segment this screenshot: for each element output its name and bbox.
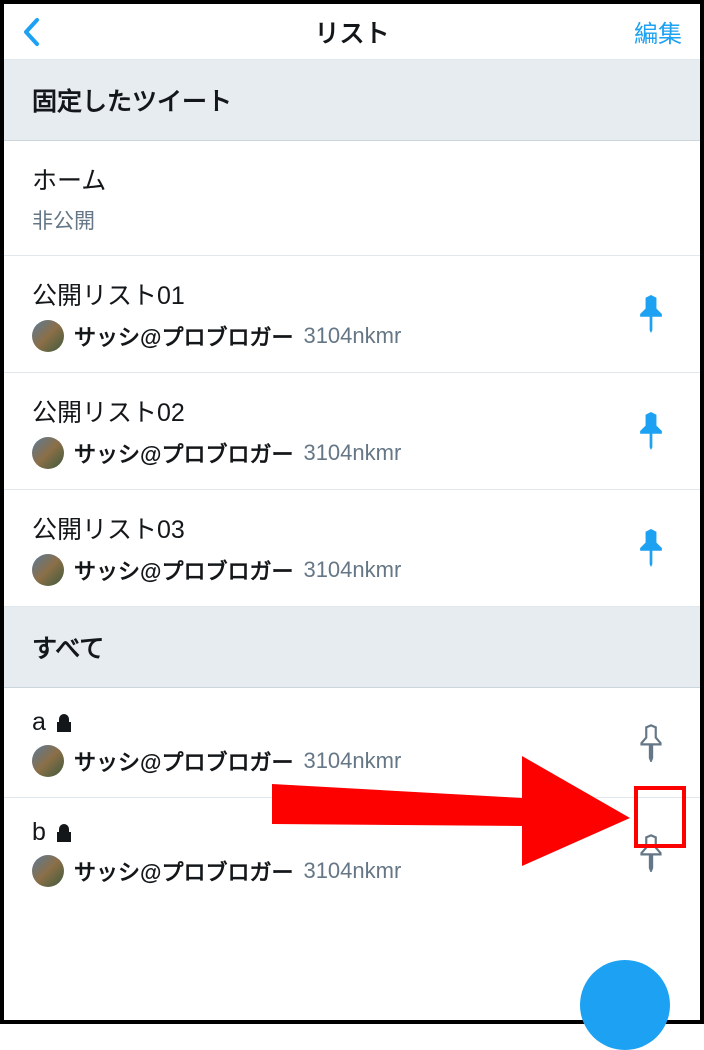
- lock-icon: [54, 823, 74, 843]
- page-title: リスト: [314, 14, 389, 50]
- author-name: サッシ@プロブロガー: [74, 437, 293, 469]
- author-handle: 3104nkmr: [303, 323, 401, 349]
- list-item[interactable]: 公開リスト03 サッシ@プロブロガー 3104nkmr: [4, 490, 700, 607]
- list-item-home[interactable]: ホーム 非公開: [4, 141, 700, 256]
- pin-icon: [634, 412, 668, 450]
- pin-button[interactable]: [634, 295, 668, 333]
- pin-button[interactable]: [634, 412, 668, 450]
- author-handle: 3104nkmr: [303, 748, 401, 774]
- avatar: [32, 554, 64, 586]
- author-name: サッシ@プロブロガー: [74, 554, 293, 586]
- lock-icon: [54, 713, 74, 733]
- list-title: 公開リスト01: [32, 276, 634, 312]
- author-name: サッシ@プロブロガー: [74, 855, 293, 887]
- edit-button[interactable]: 編集: [622, 14, 682, 49]
- pin-button[interactable]: [634, 834, 668, 872]
- compose-fab[interactable]: [580, 960, 670, 1050]
- pin-outline-icon: [634, 724, 668, 762]
- pin-button[interactable]: [634, 529, 668, 567]
- author-handle: 3104nkmr: [303, 557, 401, 583]
- list-item[interactable]: 公開リスト01 サッシ@プロブロガー 3104nkmr: [4, 256, 700, 373]
- chevron-left-icon: [22, 17, 40, 47]
- author-name: サッシ@プロブロガー: [74, 320, 293, 352]
- pin-icon: [634, 529, 668, 567]
- list-item[interactable]: a サッシ@プロブロガー 3104nkmr: [4, 688, 700, 798]
- list-privacy-label: 非公開: [32, 205, 676, 235]
- pin-button[interactable]: [634, 724, 668, 762]
- navbar: リスト 編集: [4, 4, 700, 60]
- list-title: a: [32, 708, 46, 737]
- author-handle: 3104nkmr: [303, 440, 401, 466]
- list-title: ホーム: [32, 161, 676, 197]
- avatar: [32, 437, 64, 469]
- author-name: サッシ@プロブロガー: [74, 745, 293, 777]
- list-item[interactable]: 公開リスト02 サッシ@プロブロガー 3104nkmr: [4, 373, 700, 490]
- author-handle: 3104nkmr: [303, 858, 401, 884]
- list-title: 公開リスト02: [32, 393, 634, 429]
- section-header-all: すべて: [4, 607, 700, 688]
- section-header-pinned: 固定したツイート: [4, 60, 700, 141]
- avatar: [32, 855, 64, 887]
- list-title: 公開リスト03: [32, 510, 634, 546]
- avatar: [32, 320, 64, 352]
- list-item[interactable]: b サッシ@プロブロガー 3104nkmr: [4, 798, 700, 907]
- back-button[interactable]: [22, 17, 82, 47]
- avatar: [32, 745, 64, 777]
- pin-icon: [634, 295, 668, 333]
- list-title: b: [32, 818, 46, 847]
- pin-outline-icon: [634, 834, 668, 872]
